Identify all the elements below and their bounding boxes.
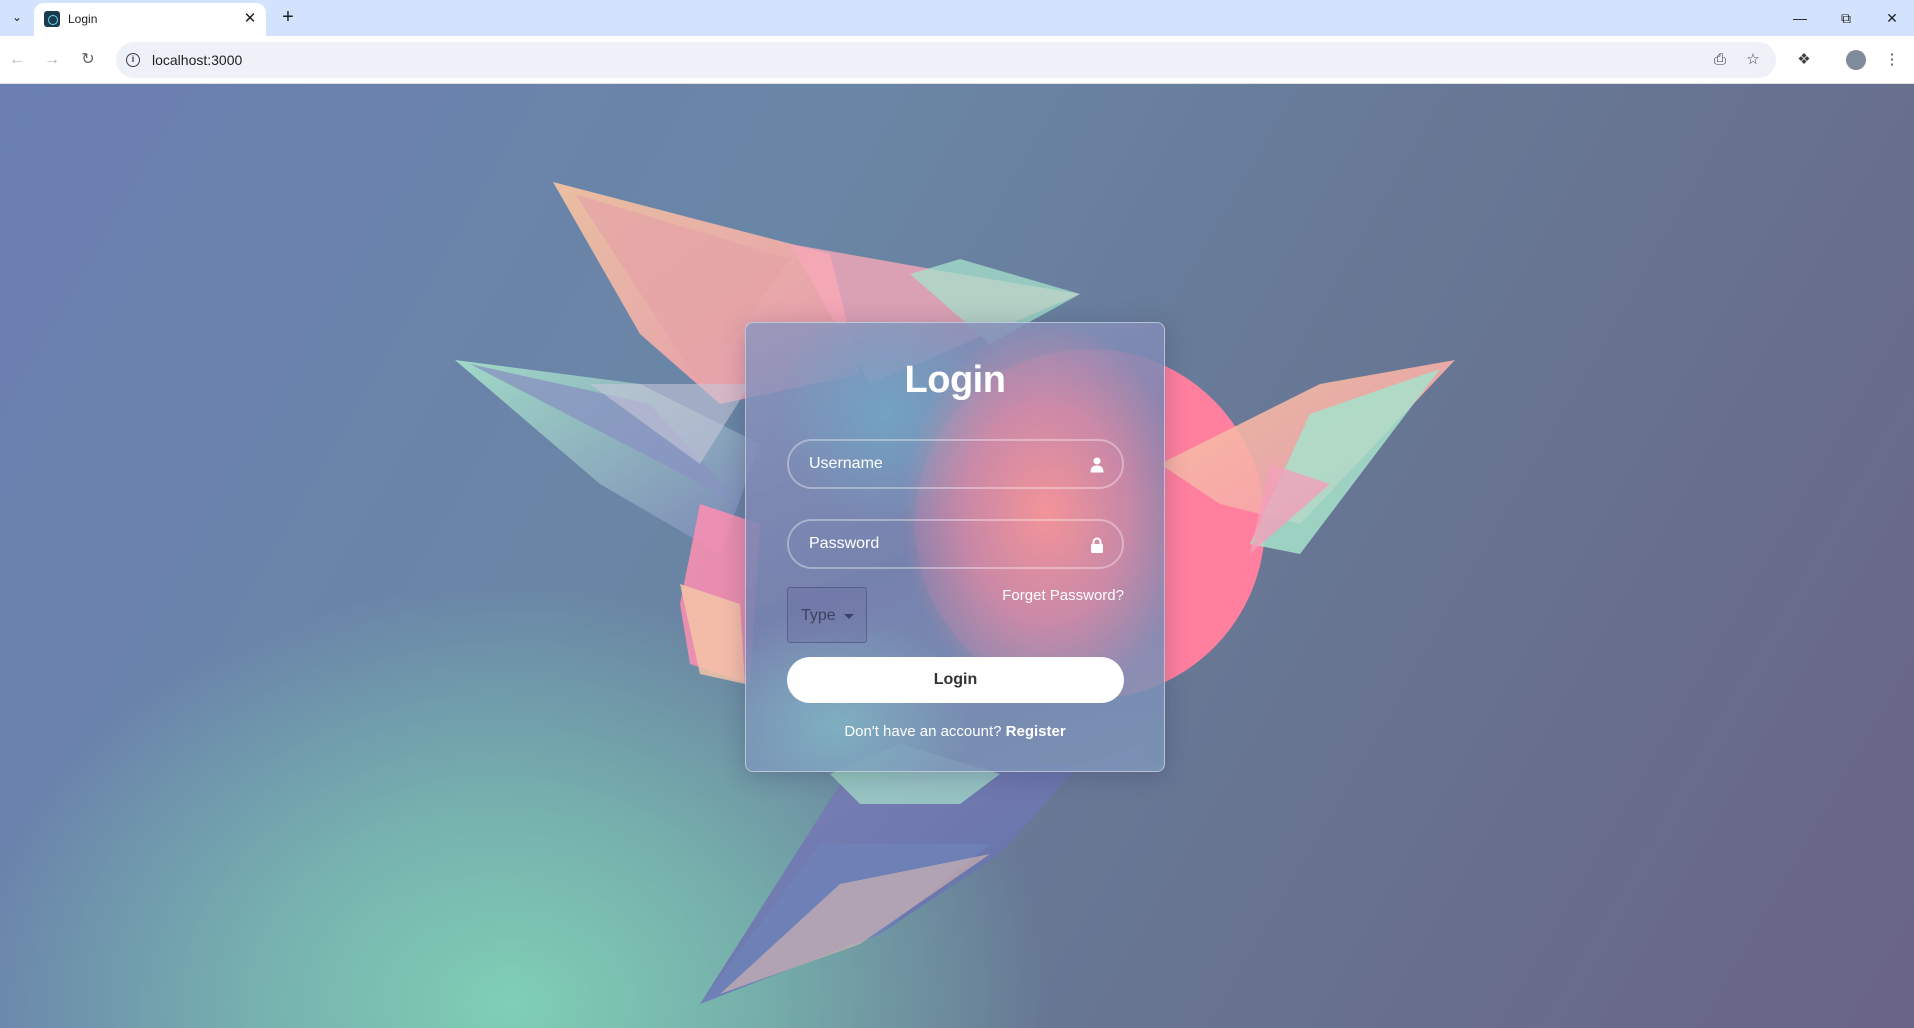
username-field-wrapper — [787, 439, 1124, 489]
close-window-icon[interactable]: ✕ — [1872, 5, 1912, 31]
puzzle-icon[interactable]: ❖ — [1792, 48, 1816, 72]
star-icon[interactable]: ☆ — [1743, 50, 1763, 70]
type-select[interactable]: Type — [787, 587, 867, 643]
browser-tab-strip: ⌄ Login ✕ + — ⧉ ✕ — [0, 0, 1914, 36]
login-card: Login Type Forget Password? Login Don't … — [745, 322, 1165, 772]
reload-icon[interactable]: ↻ — [76, 48, 100, 72]
address-bar[interactable]: i localhost:3000 ⎙ ☆ — [116, 42, 1776, 78]
register-link[interactable]: Register — [1006, 723, 1066, 740]
arrow-left-icon[interactable]: ← — [5, 48, 29, 72]
user-icon — [1090, 457, 1104, 473]
password-field-wrapper — [787, 519, 1124, 569]
browser-tab[interactable]: Login ✕ — [34, 3, 266, 36]
password-input[interactable] — [789, 521, 1122, 567]
restore-icon[interactable]: ⧉ — [1826, 5, 1866, 31]
login-button[interactable]: Login — [787, 657, 1124, 703]
tab-title: Login — [68, 12, 98, 26]
register-prompt-line: Don't have an account? Register — [746, 723, 1164, 740]
avatar[interactable] — [1846, 50, 1866, 70]
forgot-password-link[interactable]: Forget Password? — [996, 587, 1124, 604]
plus-icon[interactable]: + — [276, 6, 300, 30]
register-prompt: Don't have an account? — [844, 723, 1002, 740]
lock-icon — [1091, 537, 1103, 553]
browser-toolbar: ← → ↻ i localhost:3000 ⎙ ☆ ❖ ⋮ — [0, 36, 1914, 84]
chevron-down-icon[interactable]: ⌄ — [4, 5, 30, 29]
install-app-icon[interactable]: ⎙ — [1710, 50, 1730, 70]
type-select-label: Type — [801, 607, 836, 624]
arrow-right-icon[interactable]: → — [40, 48, 64, 72]
page-viewport: Login Type Forget Password? Login Don't … — [0, 84, 1914, 1028]
login-title: Login — [904, 359, 1006, 401]
kebab-menu-icon[interactable]: ⋮ — [1880, 48, 1904, 72]
close-icon[interactable]: ✕ — [240, 9, 260, 29]
caret-down-icon — [844, 614, 854, 619]
url-text[interactable]: localhost:3000 — [152, 52, 242, 68]
info-icon[interactable]: i — [126, 53, 140, 67]
username-input[interactable] — [789, 441, 1122, 487]
react-favicon-icon — [44, 11, 60, 27]
minimize-icon[interactable]: — — [1780, 5, 1820, 31]
